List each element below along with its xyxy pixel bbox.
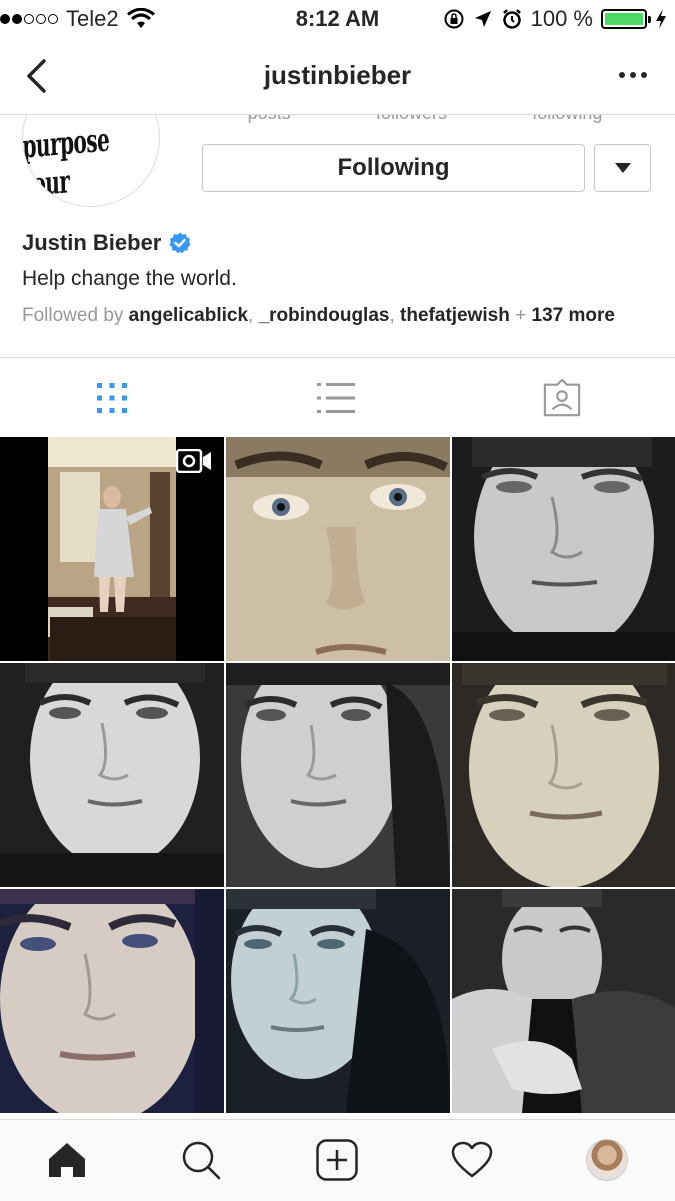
list-icon [317, 383, 355, 413]
new-post-icon [316, 1139, 358, 1181]
name-row: Justin Bieber [22, 230, 191, 256]
tab-grid[interactable] [92, 378, 132, 418]
profile-header: justinbieber [0, 38, 675, 115]
profile-view-tabs [0, 357, 675, 438]
stat-label-posts[interactable]: posts [248, 115, 291, 124]
full-name: Justin Bieber [22, 230, 162, 255]
post-thumbnail[interactable] [0, 889, 224, 1113]
tab-home[interactable] [45, 1138, 89, 1182]
tab-search[interactable] [179, 1138, 223, 1182]
post-image [226, 889, 450, 1113]
followed-by-prefix: Followed by [22, 305, 124, 326]
post-image [226, 437, 450, 661]
suggested-users-dropdown-button[interactable] [594, 144, 651, 192]
bio-text: Help change the world. [22, 267, 237, 290]
followed-by-more[interactable]: 137 more [532, 305, 615, 326]
post-image [452, 437, 675, 661]
followed-by-user[interactable]: _robindouglas [259, 305, 390, 326]
verified-badge-icon [169, 232, 191, 254]
grid-icon [97, 383, 127, 413]
separator: + [509, 305, 532, 326]
bottom-tab-bar [0, 1119, 675, 1201]
stat-label-followers[interactable]: followers [376, 115, 447, 124]
video-camera-icon [176, 449, 211, 473]
battery-icon [601, 9, 651, 29]
more-options-icon[interactable] [619, 72, 647, 78]
followed-by-user[interactable]: thefatjewish [400, 305, 510, 326]
location-arrow-icon [474, 11, 491, 27]
stat-label-following[interactable]: following [532, 115, 602, 124]
separator: , [389, 305, 401, 326]
tab-list[interactable] [316, 378, 356, 418]
charging-bolt-icon [656, 9, 666, 29]
caret-down-icon [614, 163, 631, 173]
post-thumbnail[interactable] [226, 663, 450, 887]
profile-avatar-thumbnail [586, 1139, 628, 1181]
tab-tagged[interactable] [542, 378, 582, 418]
status-bar: Tele2 8:12 AM 100 % [0, 0, 675, 38]
followed-by-line: Followed by angelicablick, _robindouglas… [22, 305, 615, 327]
tab-new-post[interactable] [315, 1138, 359, 1182]
battery-percentage: 100 % [530, 6, 593, 31]
profile-stats: posts followers following [205, 115, 645, 124]
following-button[interactable]: Following [202, 144, 585, 192]
search-icon [182, 1141, 221, 1180]
rotation-lock-icon [444, 9, 464, 29]
home-icon [49, 1143, 85, 1177]
post-image [226, 663, 450, 887]
post-thumbnail[interactable] [226, 889, 450, 1113]
tab-activity[interactable] [450, 1138, 494, 1182]
post-thumbnail[interactable] [226, 437, 450, 661]
post-thumbnail[interactable] [0, 663, 224, 887]
tab-profile[interactable] [585, 1138, 629, 1182]
posts-grid [0, 437, 675, 1119]
alarm-icon [502, 9, 521, 29]
post-thumbnail[interactable] [452, 663, 675, 887]
activity-heart-icon [451, 1141, 493, 1178]
profile-avatar[interactable]: purpose tour [22, 115, 160, 207]
profile-info: purpose tour posts followers following F… [0, 115, 675, 357]
followed-by-user[interactable]: angelicablick [129, 305, 248, 326]
tagged-photos-icon [543, 378, 581, 417]
status-right: 100 % [443, 6, 667, 32]
post-image [0, 663, 224, 887]
page-title-username: justinbieber [263, 60, 412, 90]
purpose-tour-logo: purpose tour [22, 120, 110, 205]
post-image [452, 889, 675, 1113]
post-image [0, 889, 224, 1113]
separator: , [248, 305, 259, 326]
post-thumbnail-video[interactable] [0, 437, 224, 661]
post-image [452, 663, 675, 887]
post-thumbnail[interactable] [452, 889, 675, 1113]
battery-level-fill [605, 13, 643, 25]
post-thumbnail[interactable] [452, 437, 675, 661]
